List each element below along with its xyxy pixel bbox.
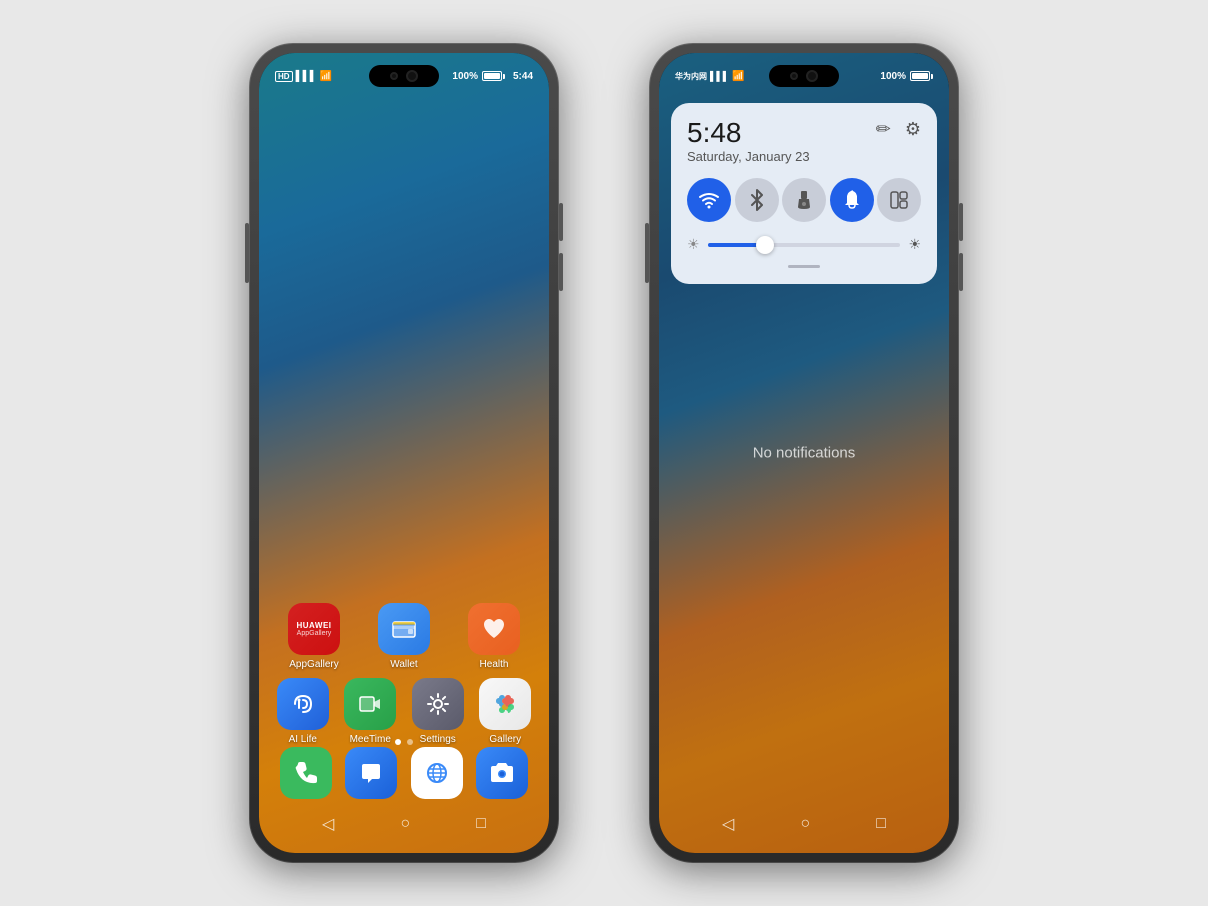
notif-date: Saturday, January 23 xyxy=(687,149,810,164)
app-health[interactable]: Health xyxy=(462,603,527,670)
brightness-min-icon: ☀ xyxy=(687,236,700,253)
drag-handle xyxy=(788,265,820,268)
dock-browser[interactable] xyxy=(411,747,463,799)
wallet-icon[interactable] xyxy=(378,603,430,655)
camera-lens-4 xyxy=(806,70,818,82)
recent-button-2[interactable]: □ xyxy=(876,815,886,833)
quick-toggles xyxy=(687,178,921,222)
app-wallet[interactable]: Wallet xyxy=(372,603,437,670)
app-ailife[interactable]: AI Life xyxy=(270,678,335,745)
signal-icon: ▌▌▌ xyxy=(296,71,317,82)
brightness-track[interactable] xyxy=(708,243,901,247)
notification-screen: 华为内网 ▌▌▌ 📶 100% 5:48 Saturda xyxy=(659,53,949,853)
battery-percent-2: 100% xyxy=(880,71,906,82)
dock xyxy=(259,747,549,799)
notif-actions: ✏ ⚙ xyxy=(876,119,921,140)
camera-lens-3 xyxy=(790,72,798,80)
notification-panel: 5:48 Saturday, January 23 ✏ ⚙ xyxy=(671,103,937,284)
ailife-label: AI Life xyxy=(289,734,317,745)
settings-icon[interactable] xyxy=(412,678,464,730)
camera-cutout xyxy=(369,65,439,87)
camera-lens-1 xyxy=(390,72,398,80)
recent-button[interactable]: □ xyxy=(476,815,486,833)
dock-camera[interactable] xyxy=(476,747,528,799)
volume-up-button-2[interactable] xyxy=(959,203,963,241)
notif-time: 5:48 xyxy=(687,119,810,147)
edit-button[interactable]: ✏ xyxy=(876,119,891,140)
ailife-icon[interactable] xyxy=(277,678,329,730)
meetime-label: MeeTime xyxy=(350,734,391,745)
settings-label: Settings xyxy=(420,734,456,745)
health-icon[interactable] xyxy=(468,603,520,655)
bluetooth-toggle[interactable] xyxy=(735,178,779,222)
back-button-2[interactable]: ◁ xyxy=(722,814,734,834)
home-button-2[interactable]: ○ xyxy=(800,815,810,833)
volume-up-button[interactable] xyxy=(559,203,563,241)
app-row-1: HUAWEI AppGallery AppGallery xyxy=(269,603,539,670)
health-label: Health xyxy=(480,659,509,670)
dock-messages[interactable] xyxy=(345,747,397,799)
battery-icon-2 xyxy=(910,71,933,81)
power-button-2[interactable] xyxy=(645,223,649,283)
page-dot-2 xyxy=(407,739,413,745)
wifi-icon-2: 📶 xyxy=(732,71,744,82)
app-appgallery[interactable]: HUAWEI AppGallery AppGallery xyxy=(282,603,347,670)
status-right: 100% 5:44 xyxy=(452,71,533,82)
time-date-block: 5:48 Saturday, January 23 xyxy=(687,119,810,164)
settings-button[interactable]: ⚙ xyxy=(905,119,921,140)
status-left: HD ▌▌▌ 📶 xyxy=(275,71,332,82)
appgallery-label: AppGallery xyxy=(289,659,338,670)
camera-lens-2 xyxy=(406,70,418,82)
gallery-icon[interactable] xyxy=(479,678,531,730)
home-button[interactable]: ○ xyxy=(400,815,410,833)
page-dot-1 xyxy=(395,739,401,745)
no-notifications: No notifications xyxy=(753,445,856,462)
wifi-toggle[interactable] xyxy=(687,178,731,222)
brightness-row: ☀ ☀ xyxy=(687,236,921,253)
back-button[interactable]: ◁ xyxy=(322,814,334,834)
app-settings[interactable]: Settings xyxy=(405,678,470,745)
battery-percent: 100% xyxy=(452,71,478,82)
nav-bar: ◁ ○ □ xyxy=(259,803,549,853)
volume-down-button[interactable] xyxy=(559,253,563,291)
notification-toggle[interactable] xyxy=(830,178,874,222)
app-grid: HUAWEI AppGallery AppGallery xyxy=(259,603,549,753)
phone-2: 华为内网 ▌▌▌ 📶 100% 5:48 Saturda xyxy=(649,43,959,863)
wifi-icon: 📶 xyxy=(320,71,332,82)
page-dots xyxy=(395,739,413,745)
signal-icon-2: ▌▌▌ xyxy=(710,71,729,81)
appgallery-icon[interactable]: HUAWEI AppGallery xyxy=(288,603,340,655)
battery-icon xyxy=(482,71,505,81)
dock-phone[interactable] xyxy=(280,747,332,799)
home-screen: HD ▌▌▌ 📶 100% 5:44 xyxy=(259,53,549,853)
status-left-2: 华为内网 ▌▌▌ 📶 xyxy=(675,71,745,82)
app-row-2: AI Life MeeTime xyxy=(269,678,539,745)
power-button[interactable] xyxy=(245,223,249,283)
cn-network: 华为内网 xyxy=(675,71,707,82)
hd-indicator: HD xyxy=(275,71,293,82)
phone-1: HD ▌▌▌ 📶 100% 5:44 xyxy=(249,43,559,863)
brightness-max-icon: ☀ xyxy=(908,236,921,253)
gallery-label: Gallery xyxy=(489,734,521,745)
notif-header: 5:48 Saturday, January 23 ✏ ⚙ xyxy=(687,119,921,164)
volume-down-button-2[interactable] xyxy=(959,253,963,291)
flashlight-toggle[interactable] xyxy=(782,178,826,222)
status-right-2: 100% xyxy=(880,71,933,82)
wallet-label: Wallet xyxy=(390,659,417,670)
app-meetime[interactable]: MeeTime xyxy=(338,678,403,745)
nav-bar-2: ◁ ○ □ xyxy=(659,803,949,853)
brightness-thumb[interactable] xyxy=(756,236,774,254)
meetime-icon[interactable] xyxy=(344,678,396,730)
app-gallery[interactable]: Gallery xyxy=(473,678,538,745)
sidebar-toggle[interactable] xyxy=(877,178,921,222)
time-display: 5:44 xyxy=(513,71,533,82)
camera-cutout-2 xyxy=(769,65,839,87)
